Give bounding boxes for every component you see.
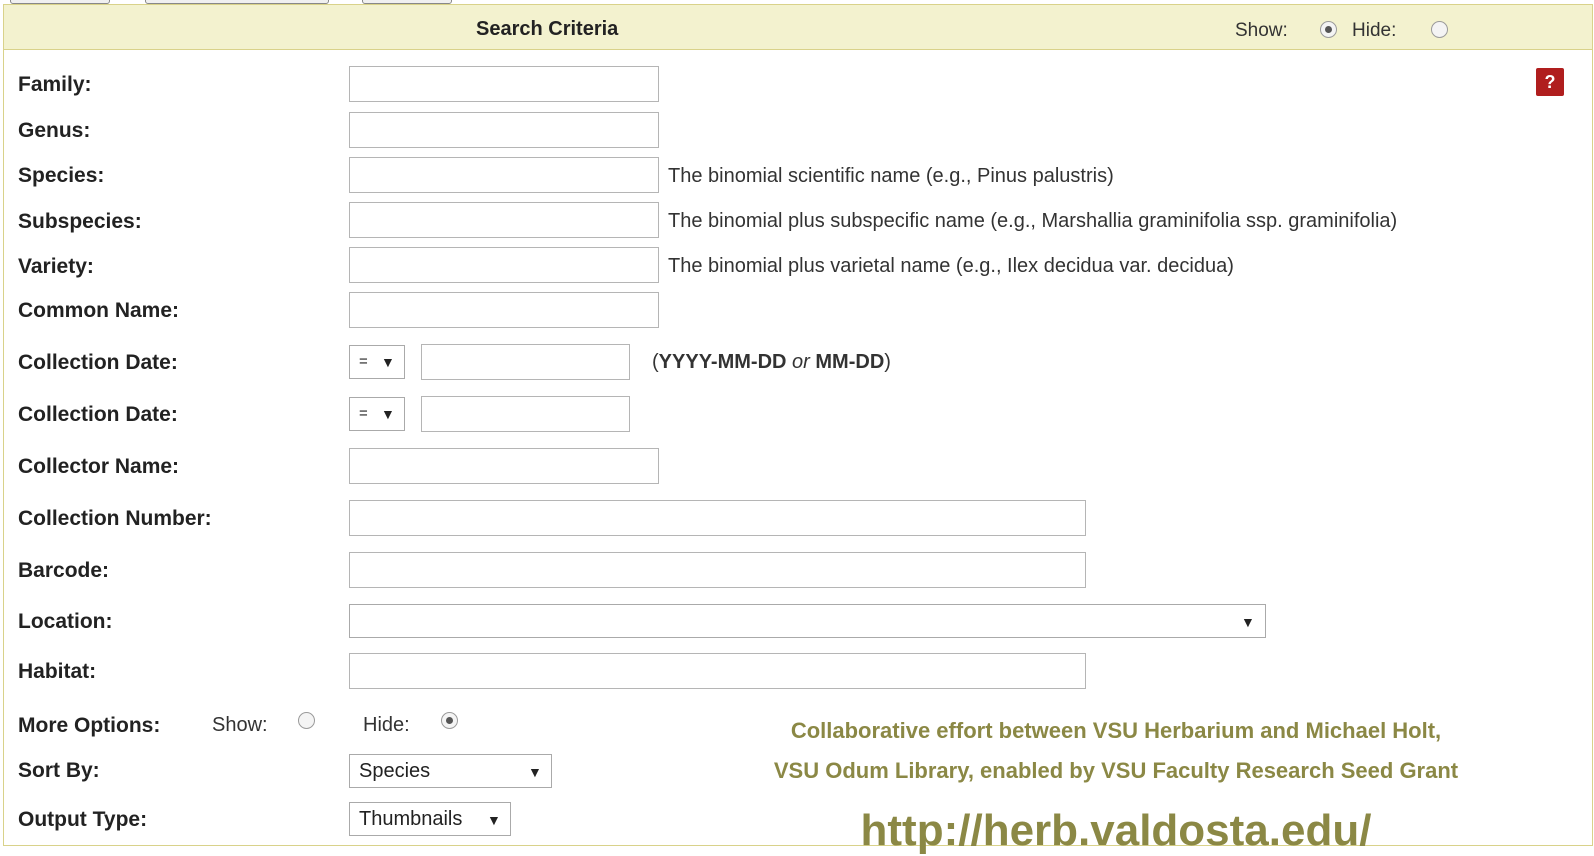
collection-date-2-label: Collection Date:	[18, 403, 178, 426]
more-options-hide-label: Hide:	[363, 714, 410, 736]
dropdown-arrow-icon: ▼	[381, 354, 395, 370]
paren-close: )	[884, 351, 891, 373]
output-type-select[interactable]: Thumbnails ▼	[349, 802, 511, 836]
habitat-label: Habitat:	[18, 660, 97, 683]
output-type-label: Output Type:	[18, 808, 148, 831]
more-options-show-radio[interactable]	[298, 712, 315, 729]
panel-show-radio[interactable]	[1320, 21, 1337, 38]
more-options-show-label: Show:	[212, 714, 268, 736]
variety-input[interactable]	[349, 247, 659, 283]
sort-by-value: Species	[359, 760, 431, 782]
operator-value: =	[359, 353, 368, 370]
variety-hint: The binomial plus varietal name (e.g., I…	[668, 255, 1234, 277]
habitat-input[interactable]	[349, 653, 1086, 689]
date-format-1: YYYY-MM-DD	[658, 351, 787, 373]
family-input[interactable]	[349, 66, 659, 102]
collection-date-2-operator-select[interactable]: = ▼	[349, 397, 405, 431]
common-name-input[interactable]	[349, 292, 659, 328]
subspecies-label: Subspecies:	[18, 210, 142, 233]
collector-name-input[interactable]	[349, 448, 659, 484]
species-hint: The binomial scientific name (e.g., Pinu…	[668, 165, 1114, 187]
collection-date-label: Collection Date:	[18, 351, 178, 374]
panel-show-label: Show:	[1235, 20, 1288, 41]
date-format-2: MM-DD	[815, 351, 885, 373]
dropdown-arrow-icon: ▼	[1241, 614, 1255, 630]
dropdown-arrow-icon: ▼	[487, 812, 501, 828]
credit-line-2: VSU Odum Library, enabled by VSU Faculty…	[773, 758, 1459, 783]
collection-date-input[interactable]	[421, 344, 630, 380]
credit-line-1: Collaborative effort between VSU Herbari…	[790, 718, 1442, 743]
dropdown-arrow-icon: ▼	[381, 406, 395, 422]
dropdown-arrow-icon: ▼	[528, 764, 542, 780]
family-label: Family:	[18, 73, 92, 96]
operator-value: =	[359, 405, 368, 422]
species-input[interactable]	[349, 157, 659, 193]
genus-label: Genus:	[18, 119, 91, 142]
subspecies-hint: The binomial plus subspecific name (e.g.…	[668, 210, 1398, 232]
date-format-hint: (YYYY-MM-DD or MM-DD)	[652, 351, 891, 374]
more-options-hide-radio[interactable]	[441, 712, 458, 729]
collection-number-input[interactable]	[349, 500, 1086, 536]
output-type-value: Thumbnails	[359, 808, 463, 830]
collection-date-operator-select[interactable]: = ▼	[349, 345, 405, 379]
collector-name-label: Collector Name:	[18, 455, 180, 478]
credit-url[interactable]: http://herb.valdosta.edu/	[686, 806, 1546, 856]
panel-hide-label: Hide:	[1352, 20, 1397, 41]
date-format-or: or	[792, 351, 810, 373]
help-button[interactable]: ?	[1536, 68, 1564, 96]
collection-date-2-input[interactable]	[421, 396, 630, 432]
panel-header: Search Criteria Show: Hide:	[4, 5, 1592, 50]
paren-open: (	[652, 351, 659, 373]
barcode-input[interactable]	[349, 552, 1086, 588]
sort-by-label: Sort By:	[18, 759, 100, 782]
collection-number-label: Collection Number:	[18, 507, 212, 530]
location-label: Location:	[18, 610, 113, 633]
common-name-label: Common Name:	[18, 299, 180, 322]
species-label: Species:	[18, 164, 105, 187]
more-options-label: More Options:	[18, 714, 161, 737]
panel-title: Search Criteria	[476, 18, 619, 40]
subspecies-input[interactable]	[349, 202, 659, 238]
variety-label: Variety:	[18, 255, 94, 278]
barcode-label: Barcode:	[18, 559, 110, 582]
genus-input[interactable]	[349, 112, 659, 148]
panel-hide-radio[interactable]	[1431, 21, 1448, 38]
sort-by-select[interactable]: Species ▼	[349, 754, 552, 788]
location-select[interactable]: ▼	[349, 604, 1266, 638]
